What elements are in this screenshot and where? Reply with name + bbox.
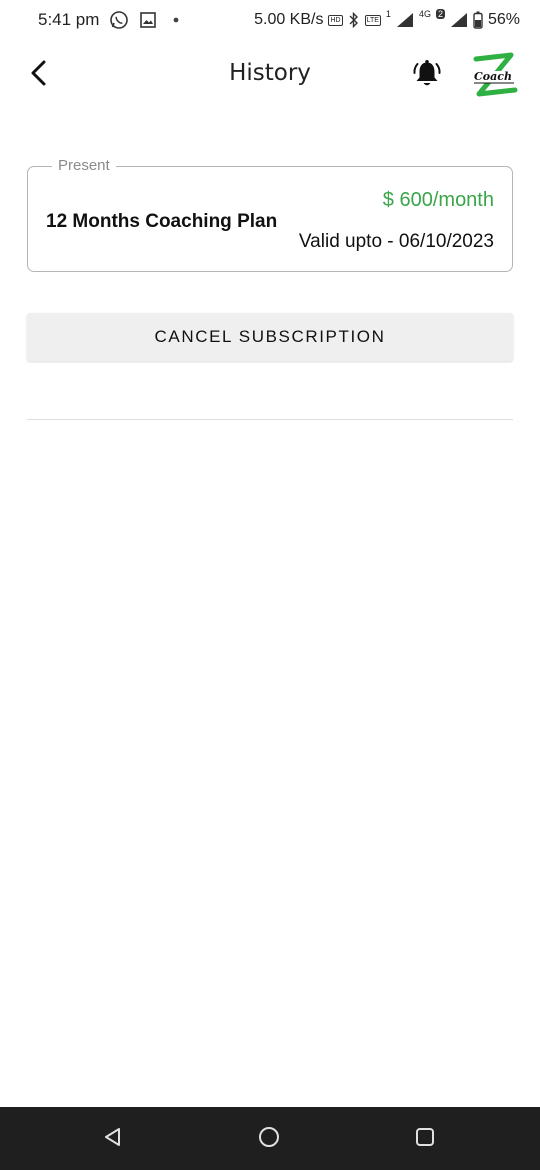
status-bar: 5:41 pm 5.00 KB/s HD LTE 1 4G 2 56% [0,0,540,40]
recents-square-icon [414,1126,436,1153]
plan-price: $ 600/month [382,189,494,211]
signal-icon [450,12,468,28]
battery-level: 56% [487,11,520,28]
sim2-badge: 2 [435,9,445,19]
nav-home-button[interactable] [254,1124,284,1154]
coach-logo: Coach [462,52,520,102]
plan-valid-until: Valid upto - 06/10/2023 [298,231,494,252]
nav-recents-button[interactable] [410,1124,440,1154]
volte-icon: LTE [364,14,381,26]
network-speed: 5.00 KB/s [254,11,324,28]
plan-name: 12 Months Coaching Plan [46,211,278,232]
home-circle-icon [257,1125,281,1154]
system-nav-bar [0,1107,540,1170]
gallery-icon [139,11,157,29]
hd-icon: HD [328,14,343,26]
dot-icon [173,17,179,23]
status-time: 5:41 pm [38,10,100,29]
nav-back-button[interactable] [98,1124,128,1154]
signal-icon [396,12,414,28]
section-label: Present [52,157,116,174]
cancel-subscription-button[interactable]: CANCEL SUBSCRIPTION [27,313,513,361]
bluetooth-icon [348,12,360,28]
page-title: History [229,60,311,86]
logo-text: Coach [474,70,512,83]
divider [27,419,513,420]
notifications-button[interactable] [408,57,446,95]
back-triangle-icon [102,1126,124,1153]
whatsapp-icon [109,10,129,30]
bell-ringing-icon [411,58,443,95]
current-plan-card: Present $ 600/month 12 Months Coaching P… [27,157,513,272]
network-type: 4G [418,9,431,19]
app-bar: History Coach [0,40,540,110]
battery-icon [473,11,483,29]
sim1-badge: 1 [385,9,391,19]
